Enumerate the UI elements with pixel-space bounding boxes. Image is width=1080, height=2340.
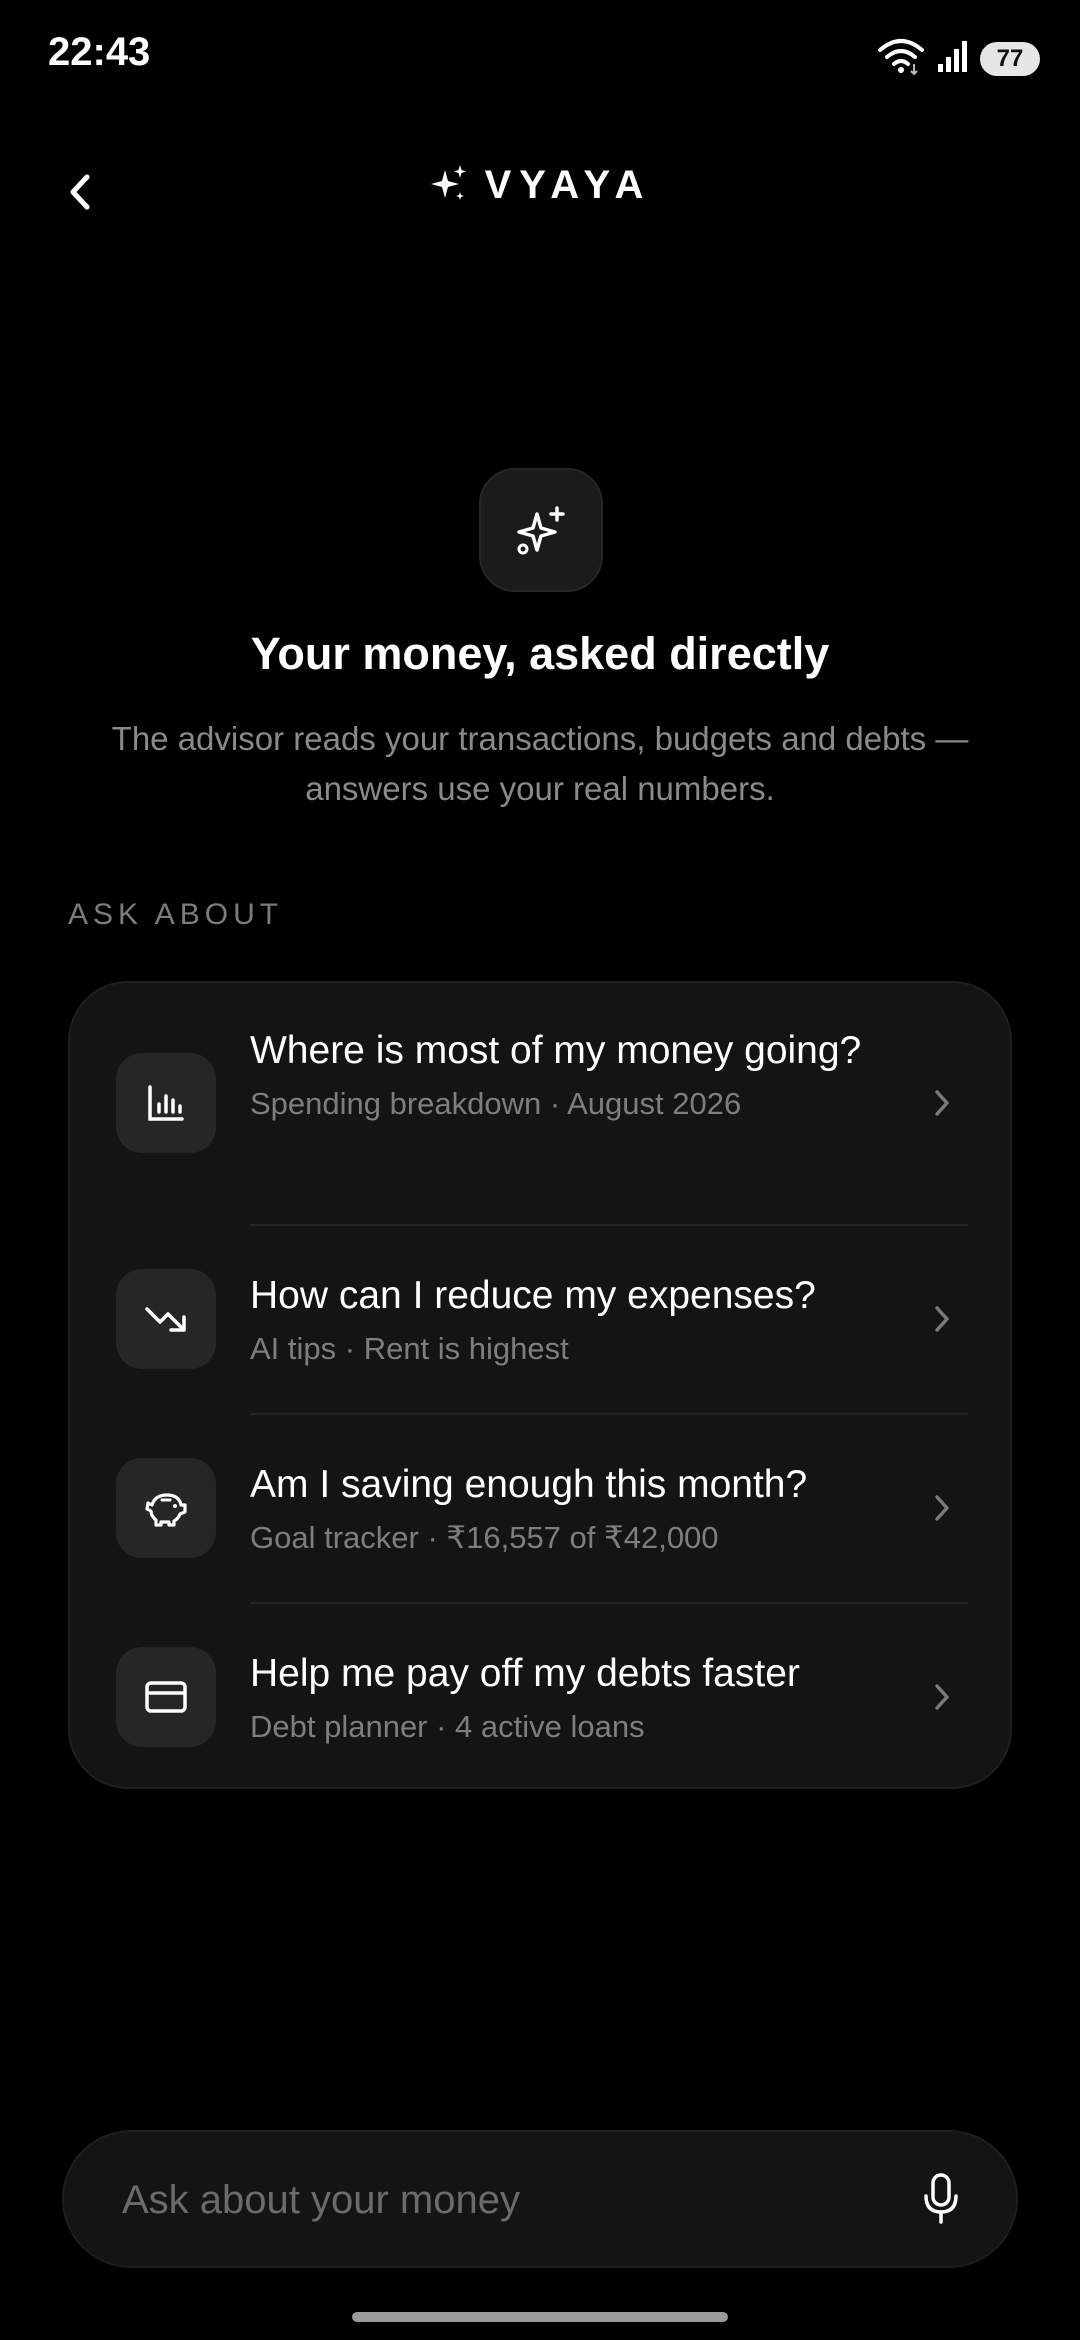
status-bar: 22:43 77 [0, 0, 1080, 110]
suggestion-reduce-expenses[interactable]: How can I reduce my expenses? AI tips · … [70, 1226, 1010, 1412]
hero-subtitle: The advisor reads your transactions, bud… [111, 720, 969, 807]
ask-input[interactable] [120, 2132, 884, 2268]
suggestion-spending-breakdown[interactable]: Where is most of my money going? Spendin… [70, 983, 1010, 1223]
brand-name: VYAYA [484, 163, 652, 207]
status-icons: 77 [876, 36, 1040, 81]
sparkles-icon [517, 506, 565, 555]
battery-indicator: 77 [980, 41, 1040, 76]
status-time: 22:43 [48, 30, 151, 74]
suggestion-savings-goal[interactable]: Am I saving enough this month? Goal trac… [70, 1415, 1010, 1601]
chevron-right-icon [922, 1488, 962, 1528]
home-indicator[interactable] [352, 2312, 728, 2322]
suggestion-subtitle: Goal tracker · ₹16,557 of ₹42,000 [250, 1520, 719, 1555]
suggestion-subtitle: AI tips · Rent is highest [250, 1331, 569, 1366]
ask-input-bar [62, 2130, 1018, 2268]
app-header: VYAYA [0, 150, 1080, 230]
suggestion-title: How can I reduce my expenses? [250, 1274, 816, 1317]
chevron-right-icon [922, 1083, 962, 1123]
suggestions-card: Where is most of my money going? Spendin… [68, 981, 1012, 1789]
advisor-badge [479, 468, 603, 592]
hero-title: Your money, asked directly [250, 628, 830, 679]
bar-chart-icon [116, 1053, 216, 1153]
trending-down-icon [116, 1269, 216, 1369]
section-label: ASK ABOUT [68, 898, 284, 931]
wifi-icon [876, 36, 926, 81]
chevron-right-icon [922, 1299, 962, 1339]
mic-button[interactable] [912, 2170, 970, 2228]
suggestion-subtitle: Spending breakdown · August 2026 [250, 1086, 742, 1121]
microphone-icon [924, 2173, 958, 2224]
suggestion-debt-payoff[interactable]: Help me pay off my debts faster Debt pla… [70, 1604, 1010, 1787]
sparkles-icon [429, 162, 469, 209]
suggestion-title: Where is most of my money going? [250, 1029, 862, 1072]
brand: VYAYA [0, 162, 1080, 209]
piggy-bank-icon [116, 1458, 216, 1558]
suggestion-title: Am I saving enough this month? [250, 1463, 808, 1506]
credit-card-icon [116, 1647, 216, 1747]
suggestion-title: Help me pay off my debts faster [250, 1652, 800, 1695]
chevron-right-icon [922, 1677, 962, 1717]
suggestion-subtitle: Debt planner · 4 active loans [250, 1709, 645, 1744]
cellular-signal-icon [936, 38, 970, 79]
